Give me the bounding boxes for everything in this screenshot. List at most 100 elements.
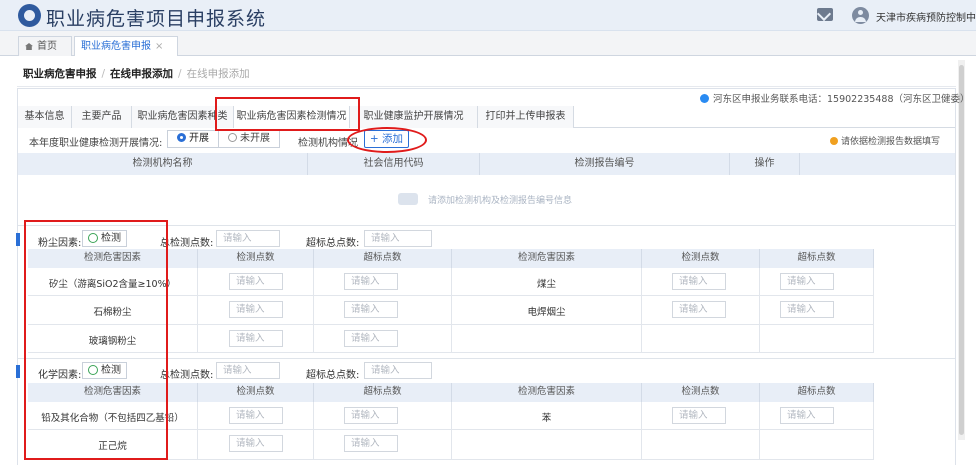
user-avatar-icon[interactable] — [852, 7, 869, 24]
table-cell: 请输入 — [314, 296, 452, 324]
breadcrumb-current: 在线申报添加 — [186, 68, 250, 80]
radio-conducted-label: 开展 — [189, 133, 209, 144]
hazard-name: 电焊烟尘 — [527, 307, 566, 318]
column-header: 超标点数 — [760, 249, 874, 268]
breadcrumb-separator: / — [101, 68, 106, 80]
column-header: 检测点数 — [198, 249, 314, 268]
organization-menu[interactable]: 天津市疾病预防控制中心> — [876, 9, 976, 24]
home-icon — [25, 43, 33, 50]
phone-icon — [700, 94, 709, 103]
scrollbar-thumb[interactable] — [959, 65, 964, 435]
tab-basic-info[interactable]: 基本信息 — [18, 106, 72, 128]
table-cell: 请输入 — [198, 268, 314, 295]
annotation-box-detection-tab — [215, 97, 360, 131]
organization-name: 天津市疾病预防控制中心 — [876, 13, 976, 24]
column-header: 操作 — [730, 153, 800, 175]
close-icon[interactable]: × — [155, 41, 163, 52]
column-header: 检测危害因素 — [452, 249, 642, 268]
table-cell: 请输入 — [642, 402, 760, 429]
table-cell: 请输入 — [642, 268, 760, 295]
org-table-header: 检测机构名称 社会信用代码 检测报告编号 操作 — [18, 153, 955, 175]
breadcrumb: 职业病危害申报 / 在线申报添加 / 在线申报添加 — [23, 66, 250, 81]
detect-points-input[interactable]: 请输入 — [229, 407, 283, 424]
radio-not-conducted[interactable]: 未开展 — [218, 130, 280, 148]
total-points-label: 总检测点数: — [160, 238, 214, 249]
tab-home[interactable]: 首页 — [18, 36, 72, 56]
radio-unchecked-icon — [228, 133, 237, 142]
divider — [17, 86, 956, 87]
radio-conducted[interactable]: 开展 — [167, 130, 219, 148]
column-header: 检测机构名称 — [18, 153, 308, 175]
section-tabs: 基本信息 主要产品 职业病危害因素种类 职业病危害因素检测情况 职业健康监护开展… — [18, 106, 955, 128]
mail-icon[interactable] — [817, 8, 833, 21]
over-points-input[interactable]: 请输入 — [344, 407, 398, 424]
table-cell — [452, 430, 642, 459]
detect-points-input[interactable]: 请输入 — [672, 301, 726, 318]
table-cell: 煤尘 — [452, 268, 642, 295]
over-points-input[interactable]: 请输入 — [344, 435, 398, 452]
detect-points-input[interactable]: 请输入 — [672, 273, 726, 290]
annotation-box-hazard-column — [24, 220, 168, 460]
column-header: 超标点数 — [314, 383, 452, 402]
hazard-name: 苯 — [541, 413, 552, 424]
tab-main-products[interactable]: 主要产品 — [72, 106, 132, 128]
section-marker — [16, 233, 20, 246]
table-cell: 请输入 — [314, 430, 452, 459]
tab-home-label: 首页 — [37, 41, 57, 52]
breadcrumb-item[interactable]: 在线申报添加 — [110, 68, 173, 80]
table-cell: 请输入 — [314, 325, 452, 352]
column-header: 超标点数 — [760, 383, 874, 402]
tab-active-label: 职业病危害申报 — [81, 41, 151, 52]
top-header: 职业病危害项目申报系统 天津市疾病预防控制中心> — [0, 0, 976, 31]
table-cell — [452, 325, 642, 352]
breadcrumb-separator: / — [178, 68, 182, 80]
column-header: 检测报告编号 — [480, 153, 730, 175]
total-points-label: 总检测点数: — [160, 370, 214, 381]
column-header: 检测点数 — [642, 249, 760, 268]
empty-text: 请添加检测机构及检测报告编号信息 — [428, 196, 573, 206]
over-points-input[interactable]: 请输入 — [344, 273, 398, 290]
app-title: 职业病危害项目申报系统 — [46, 8, 267, 30]
total-points-input[interactable]: 请输入 — [216, 230, 280, 247]
table-cell — [642, 325, 760, 352]
total-points-input[interactable]: 请输入 — [216, 362, 280, 379]
tab-print-upload[interactable]: 打印并上传申报表 — [478, 106, 574, 128]
over-points-input[interactable]: 请输入 — [344, 330, 398, 347]
radio-checked-icon — [177, 133, 186, 142]
table-cell: 请输入 — [198, 402, 314, 429]
empty-state: 请添加检测机构及检测报告编号信息 — [398, 193, 572, 206]
contact-text: 河东区申报业务联系电话：15902235488（河东区卫健委） — [713, 94, 970, 105]
table-cell: 请输入 — [760, 402, 874, 429]
over-points-input[interactable]: 请输入 — [364, 362, 432, 379]
table-cell: 请输入 — [314, 268, 452, 295]
over-points-input[interactable]: 请输入 — [344, 301, 398, 318]
tab-health-monitoring[interactable]: 职业健康监护开展情况 — [350, 106, 478, 128]
over-points-label: 超标总点数: — [306, 238, 360, 249]
table-cell — [642, 430, 760, 459]
tab-occupational-hazard[interactable]: 职业病危害申报 × — [74, 36, 178, 56]
table-cell: 请输入 — [642, 296, 760, 324]
over-points-input[interactable]: 请输入 — [780, 407, 834, 424]
warning-icon — [830, 137, 838, 145]
over-points-label: 超标总点数: — [306, 370, 360, 381]
detect-points-input[interactable]: 请输入 — [229, 301, 283, 318]
table-cell: 请输入 — [198, 325, 314, 352]
over-points-input[interactable]: 请输入 — [364, 230, 432, 247]
contact-info: 河东区申报业务联系电话：15902235488（河东区卫健委） — [700, 91, 970, 105]
over-points-input[interactable]: 请输入 — [780, 301, 834, 318]
column-header: 超标点数 — [314, 249, 452, 268]
table-cell: 请输入 — [198, 296, 314, 324]
app-logo-icon — [18, 4, 41, 27]
detect-points-input[interactable]: 请输入 — [229, 273, 283, 290]
table-cell: 请输入 — [198, 430, 314, 459]
table-cell: 请输入 — [760, 268, 874, 295]
table-cell: 电焊烟尘 — [452, 296, 642, 324]
detect-points-input[interactable]: 请输入 — [672, 407, 726, 424]
breadcrumb-item[interactable]: 职业病危害申报 — [23, 68, 97, 80]
detect-points-input[interactable]: 请输入 — [229, 435, 283, 452]
warning-note: 请依据检测报告数据填写 — [830, 134, 940, 147]
radio-not-conducted-label: 未开展 — [240, 133, 270, 144]
detection-question: 本年度职业健康检测开展情况: — [29, 138, 163, 149]
detect-points-input[interactable]: 请输入 — [229, 330, 283, 347]
over-points-input[interactable]: 请输入 — [780, 273, 834, 290]
